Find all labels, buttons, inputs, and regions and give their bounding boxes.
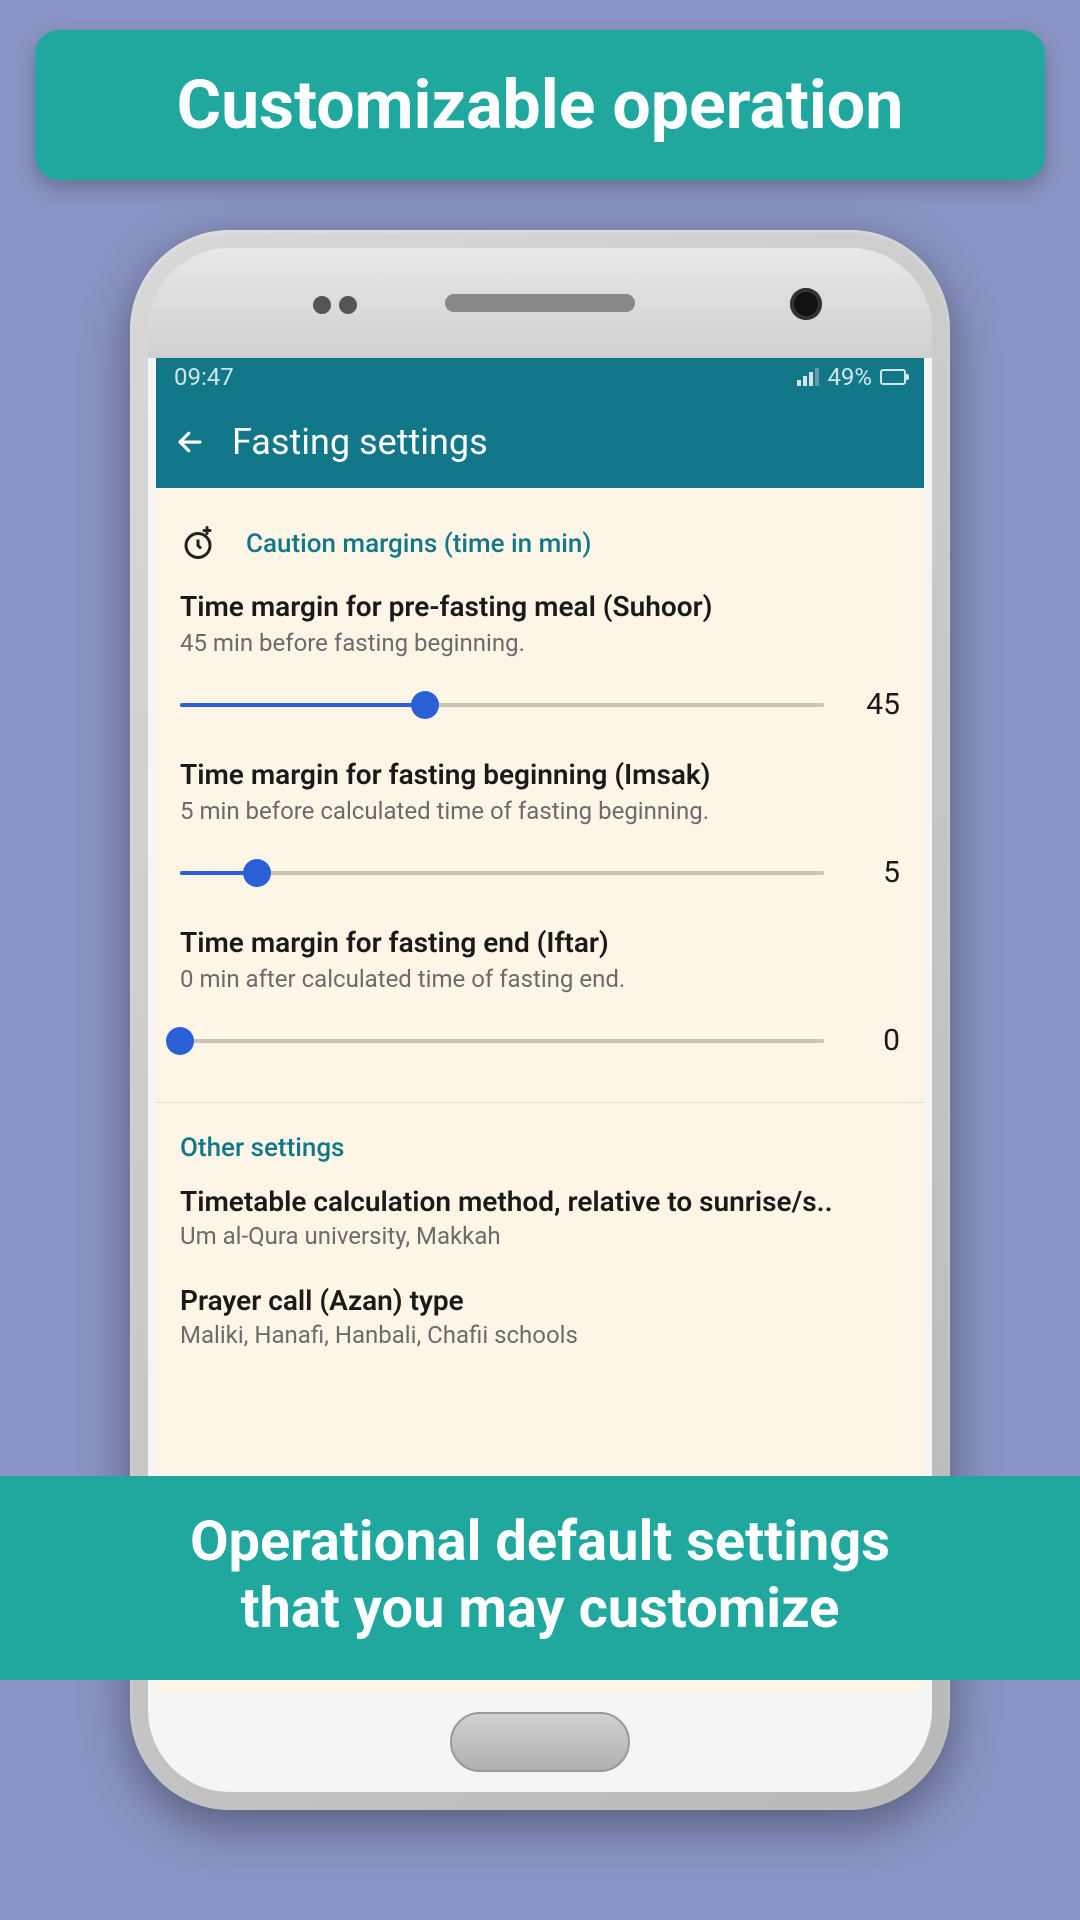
- battery-percent: 49%: [827, 363, 872, 391]
- slider-suhoor[interactable]: [180, 703, 824, 707]
- clock-plus-icon: [180, 526, 216, 562]
- setting-title: Prayer call (Azan) type: [180, 1284, 900, 1317]
- slider-thumb[interactable]: [166, 1027, 194, 1055]
- signal-icon: [797, 368, 819, 386]
- home-button[interactable]: [450, 1712, 630, 1772]
- back-button[interactable]: [174, 426, 206, 458]
- setting-suhoor[interactable]: Time margin for pre-fasting meal (Suhoor…: [156, 590, 924, 758]
- arrow-left-icon: [175, 427, 205, 457]
- battery-icon: [880, 369, 906, 385]
- setting-imsak[interactable]: Time margin for fasting beginning (Imsak…: [156, 758, 924, 926]
- slider-value: 0: [852, 1023, 900, 1058]
- section-header-caution: Caution margins (time in min): [156, 488, 924, 590]
- slider-value: 5: [852, 855, 900, 890]
- setting-subtitle: Maliki, Hanafi, Hanbali, Chafii schools: [180, 1321, 900, 1349]
- phone-bezel-top: [148, 248, 932, 358]
- promo-top-banner: Customizable operation: [35, 30, 1045, 180]
- bottom-banner-line2: that you may customize: [20, 1575, 1060, 1642]
- promo-bottom-banner: Operational default settings that you ma…: [0, 1476, 1080, 1680]
- status-time: 09:47: [174, 363, 234, 391]
- slider-value: 45: [852, 687, 900, 722]
- settings-content: Caution margins (time in min) Time margi…: [156, 488, 924, 1383]
- slider-fill: [180, 703, 425, 707]
- bottom-banner-line1: Operational default settings: [20, 1508, 1060, 1575]
- setting-title: Time margin for fasting end (Iftar): [180, 926, 900, 959]
- status-bar: 09:47 49%: [156, 358, 924, 396]
- app-bar: Fasting settings: [156, 396, 924, 488]
- section-header-label: Other settings: [180, 1133, 344, 1163]
- slider-thumb[interactable]: [243, 859, 271, 887]
- setting-subtitle: Um al-Qura university, Makkah: [180, 1222, 900, 1250]
- setting-azan-type[interactable]: Prayer call (Azan) type Maliki, Hanafi, …: [156, 1284, 924, 1383]
- section-header-other: Other settings: [156, 1103, 924, 1185]
- setting-title: Time margin for fasting beginning (Imsak…: [180, 758, 900, 791]
- slider-imsak[interactable]: [180, 871, 824, 875]
- setting-subtitle: 5 min before calculated time of fasting …: [180, 797, 900, 825]
- section-header-label: Caution margins (time in min): [246, 529, 591, 559]
- page-title: Fasting settings: [232, 421, 488, 463]
- setting-subtitle: 45 min before fasting beginning.: [180, 629, 900, 657]
- slider-thumb[interactable]: [411, 691, 439, 719]
- setting-calculation-method[interactable]: Timetable calculation method, relative t…: [156, 1185, 924, 1284]
- setting-title: Time margin for pre-fasting meal (Suhoor…: [180, 590, 900, 623]
- setting-iftar[interactable]: Time margin for fasting end (Iftar) 0 mi…: [156, 926, 924, 1094]
- setting-subtitle: 0 min after calculated time of fasting e…: [180, 965, 900, 993]
- slider-iftar[interactable]: [180, 1039, 824, 1043]
- setting-title: Timetable calculation method, relative t…: [180, 1185, 900, 1218]
